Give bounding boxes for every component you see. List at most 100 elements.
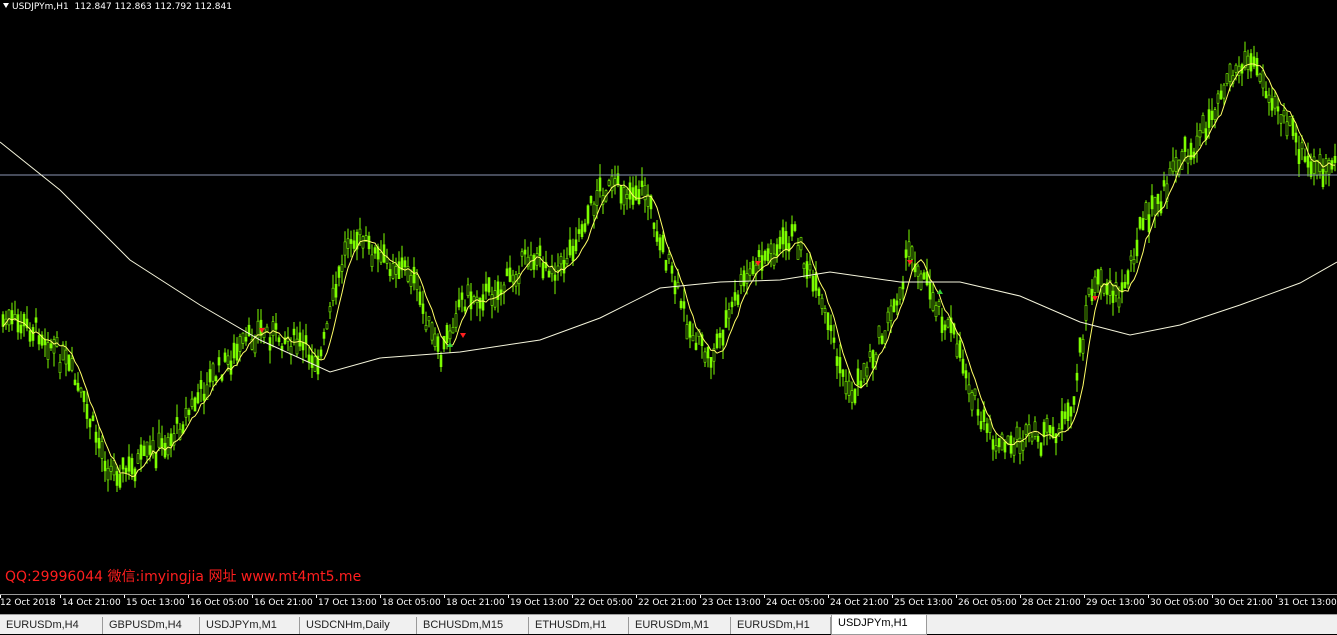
candle-body bbox=[127, 456, 131, 472]
chart-tab-usdjpym-m1[interactable]: USDJPYm,M1 bbox=[200, 617, 300, 634]
candle-body bbox=[961, 358, 965, 374]
candle-body bbox=[1123, 281, 1127, 288]
chart-tab-eurusdm-h1[interactable]: EURUSDm,H1 bbox=[731, 617, 831, 634]
candle-body bbox=[175, 417, 179, 424]
candle-body bbox=[877, 325, 881, 338]
candle-body bbox=[367, 235, 371, 250]
candle-body bbox=[880, 335, 884, 344]
candle-body bbox=[361, 236, 365, 249]
candle-body bbox=[709, 356, 713, 368]
candle-body bbox=[1219, 90, 1223, 100]
candle-body bbox=[685, 324, 689, 340]
chart-area[interactable]: USDJPYm,H1 112.847 112.863 112.792 112.8… bbox=[0, 0, 1337, 594]
candle-body bbox=[757, 250, 761, 257]
candle-body bbox=[973, 388, 977, 396]
chart-tab-usdcnhm-daily[interactable]: USDCNHm,Daily bbox=[300, 617, 417, 634]
candle-body bbox=[535, 253, 539, 266]
candle-body bbox=[1153, 197, 1157, 216]
candle-body bbox=[511, 274, 515, 283]
time-axis-label: 17 Oct 13:00 bbox=[318, 598, 377, 608]
chart-menu-triangle-icon[interactable] bbox=[3, 3, 9, 8]
candle-body bbox=[793, 224, 797, 231]
candle-body bbox=[391, 263, 395, 279]
candle-body bbox=[898, 286, 902, 300]
chart-tab-eurusdm-h4[interactable]: EURUSDm,H4 bbox=[0, 617, 103, 634]
candle-body bbox=[592, 203, 596, 216]
candle-body bbox=[154, 452, 158, 469]
candle-body bbox=[1099, 269, 1103, 287]
time-axis-tick bbox=[1020, 595, 1021, 598]
candle-body bbox=[958, 340, 962, 358]
candle-body bbox=[79, 387, 83, 393]
time-axis-tick bbox=[1276, 595, 1277, 598]
candle-body bbox=[568, 239, 572, 256]
candle-body bbox=[541, 262, 545, 279]
candle-body bbox=[487, 277, 491, 293]
candle-body bbox=[571, 245, 575, 262]
candle-body bbox=[223, 352, 227, 362]
candle-body bbox=[1135, 239, 1139, 257]
candle-body bbox=[814, 272, 818, 291]
candle-body bbox=[598, 177, 602, 192]
candle-body bbox=[28, 330, 32, 342]
candle-body bbox=[1234, 64, 1238, 73]
time-axis-label: 22 Oct 21:00 bbox=[638, 598, 697, 608]
ohlc-low: 112.792 bbox=[154, 2, 192, 12]
chart-tab-gbpusdm-h4[interactable]: GBPUSDm,H4 bbox=[103, 617, 200, 634]
candle-body bbox=[622, 187, 626, 206]
candle-body bbox=[556, 265, 560, 271]
candle-body bbox=[70, 358, 74, 371]
chart-tab-bchusdm-m15[interactable]: BCHUSDm,M15 bbox=[417, 617, 529, 634]
candle-body bbox=[1015, 426, 1019, 440]
candle-body bbox=[892, 299, 896, 312]
candle-body bbox=[1309, 161, 1313, 177]
candle-body bbox=[982, 409, 986, 422]
candle-body bbox=[322, 331, 326, 339]
time-axis-label: 29 Oct 13:00 bbox=[1086, 598, 1145, 608]
candle-body bbox=[1033, 421, 1037, 437]
candle-body bbox=[955, 343, 959, 358]
chart-tab-eurusdm-m1[interactable]: EURUSDm,M1 bbox=[629, 617, 731, 634]
candle-body bbox=[1168, 168, 1172, 176]
candle-body bbox=[82, 390, 86, 403]
candle-body bbox=[1060, 411, 1064, 430]
candle-body bbox=[1075, 372, 1079, 381]
time-axis-tick bbox=[700, 595, 701, 598]
candle-body bbox=[490, 294, 494, 306]
candle-body bbox=[106, 467, 110, 481]
candle-body bbox=[658, 237, 662, 251]
candle-body bbox=[1258, 73, 1262, 82]
candle-body bbox=[1276, 106, 1280, 112]
time-axis-label: 14 Oct 21:00 bbox=[62, 598, 121, 608]
time-axis-tick bbox=[444, 595, 445, 598]
candle-body bbox=[1291, 118, 1295, 137]
price-chart[interactable] bbox=[0, 0, 1337, 594]
candle-body bbox=[661, 234, 665, 253]
candle-body bbox=[97, 437, 101, 449]
candle-body bbox=[148, 445, 152, 455]
candle-body bbox=[160, 438, 164, 448]
candle-body bbox=[142, 445, 146, 456]
chart-tab-ethusdm-h1[interactable]: ETHUSDm,H1 bbox=[529, 617, 629, 634]
candle-body bbox=[718, 332, 722, 338]
time-axis-tick bbox=[188, 595, 189, 598]
candle-body bbox=[706, 346, 710, 359]
sell-signal-arrow-icon bbox=[460, 333, 466, 338]
candle-body bbox=[139, 444, 143, 460]
candle-body bbox=[454, 313, 458, 328]
candle-body bbox=[1162, 180, 1166, 187]
candle-body bbox=[625, 194, 629, 199]
candle-body bbox=[985, 423, 989, 433]
candle-body bbox=[187, 409, 191, 415]
time-axis-tick bbox=[1084, 595, 1085, 598]
candle-body bbox=[874, 353, 878, 362]
time-axis-label: 12 Oct 2018 bbox=[0, 598, 56, 608]
candle-body bbox=[823, 308, 827, 313]
candle-body bbox=[1183, 136, 1187, 152]
chart-tab-usdjpym-h1[interactable]: USDJPYm,H1 bbox=[831, 615, 927, 635]
candle-body bbox=[193, 397, 197, 412]
candle-body bbox=[505, 268, 509, 277]
candle-body bbox=[112, 460, 116, 476]
candle-body bbox=[691, 335, 695, 342]
time-axis-tick bbox=[252, 595, 253, 598]
